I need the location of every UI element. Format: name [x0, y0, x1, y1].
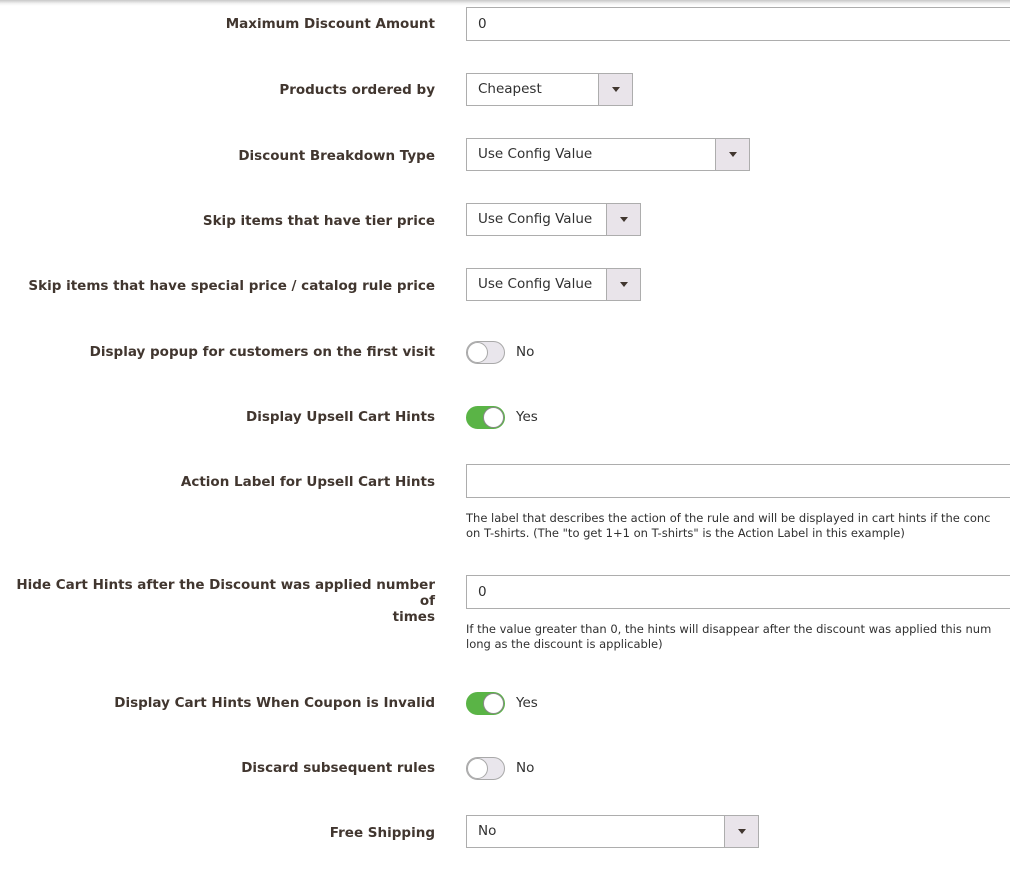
top-shadow — [0, 0, 1010, 6]
skip-special-label: Skip items that have special price / cat… — [28, 278, 435, 294]
toggle-state-text: No — [516, 760, 535, 776]
products-ordered-by-label: Products ordered by — [279, 82, 435, 98]
note-line: long as the discount is applicable) — [466, 637, 663, 651]
dropdown-button[interactable] — [606, 269, 640, 300]
note-line: The label that describes the action of t… — [466, 511, 991, 525]
note-line: on T-shirts. (The "to get 1+1 on T-shirt… — [466, 526, 905, 540]
skip-tier-select[interactable]: Use Config Value — [466, 203, 641, 236]
discount-breakdown-select[interactable]: Use Config Value — [466, 138, 750, 171]
chevron-down-icon — [611, 87, 620, 92]
hints-invalid-coupon-toggle[interactable] — [466, 691, 505, 715]
hide-hints-note: If the value greater than 0, the hints w… — [466, 622, 1010, 652]
free-shipping-label: Free Shipping — [329, 825, 435, 841]
toggle-knob — [467, 757, 488, 779]
max-discount-label: Maximum Discount Amount — [225, 16, 435, 32]
select-value: Use Config Value — [478, 276, 593, 292]
popup-first-visit-toggle[interactable] — [466, 340, 505, 364]
discard-rules-toggle[interactable] — [466, 756, 505, 780]
discount-breakdown-label: Discount Breakdown Type — [238, 148, 435, 164]
toggle-state-text: Yes — [516, 695, 538, 711]
note-line: If the value greater than 0, the hints w… — [466, 622, 992, 636]
products-ordered-by-select[interactable]: Cheapest — [466, 73, 633, 106]
dropdown-button[interactable] — [724, 816, 758, 847]
select-value: Use Config Value — [478, 211, 593, 227]
max-discount-input[interactable]: 0 — [466, 7, 1010, 41]
dropdown-button[interactable] — [606, 204, 640, 235]
free-shipping-select[interactable]: No — [466, 815, 759, 848]
select-value: Cheapest — [478, 81, 542, 97]
dropdown-button[interactable] — [715, 139, 749, 170]
upsell-hints-label: Display Upsell Cart Hints — [246, 409, 435, 425]
upsell-hints-toggle[interactable] — [466, 405, 505, 429]
label-line: Hide Cart Hints after the Discount was a… — [16, 577, 435, 609]
toggle-knob — [483, 692, 504, 714]
hide-hints-label: Hide Cart Hints after the Discount was a… — [5, 577, 435, 625]
toggle-knob — [483, 406, 504, 428]
action-label-input[interactable] — [466, 464, 1010, 498]
action-label-label: Action Label for Upsell Cart Hints — [180, 474, 435, 490]
action-label-note: The label that describes the action of t… — [466, 511, 1010, 541]
select-value: Use Config Value — [478, 146, 593, 162]
discard-rules-label: Discard subsequent rules — [241, 760, 435, 776]
chevron-down-icon — [728, 152, 737, 157]
dropdown-button[interactable] — [598, 74, 632, 105]
popup-first-visit-label: Display popup for customers on the first… — [89, 344, 435, 360]
toggle-state-text: No — [516, 344, 535, 360]
chevron-down-icon — [737, 829, 746, 834]
skip-tier-label: Skip items that have tier price — [202, 213, 435, 229]
select-value: No — [478, 823, 497, 839]
label-line: times — [392, 609, 435, 625]
hints-invalid-coupon-label: Display Cart Hints When Coupon is Invali… — [114, 695, 435, 711]
chevron-down-icon — [619, 217, 628, 222]
hide-hints-input[interactable]: 0 — [466, 575, 1010, 609]
skip-special-select[interactable]: Use Config Value — [466, 268, 641, 301]
toggle-knob — [467, 341, 488, 363]
chevron-down-icon — [619, 282, 628, 287]
toggle-state-text: Yes — [516, 409, 538, 425]
